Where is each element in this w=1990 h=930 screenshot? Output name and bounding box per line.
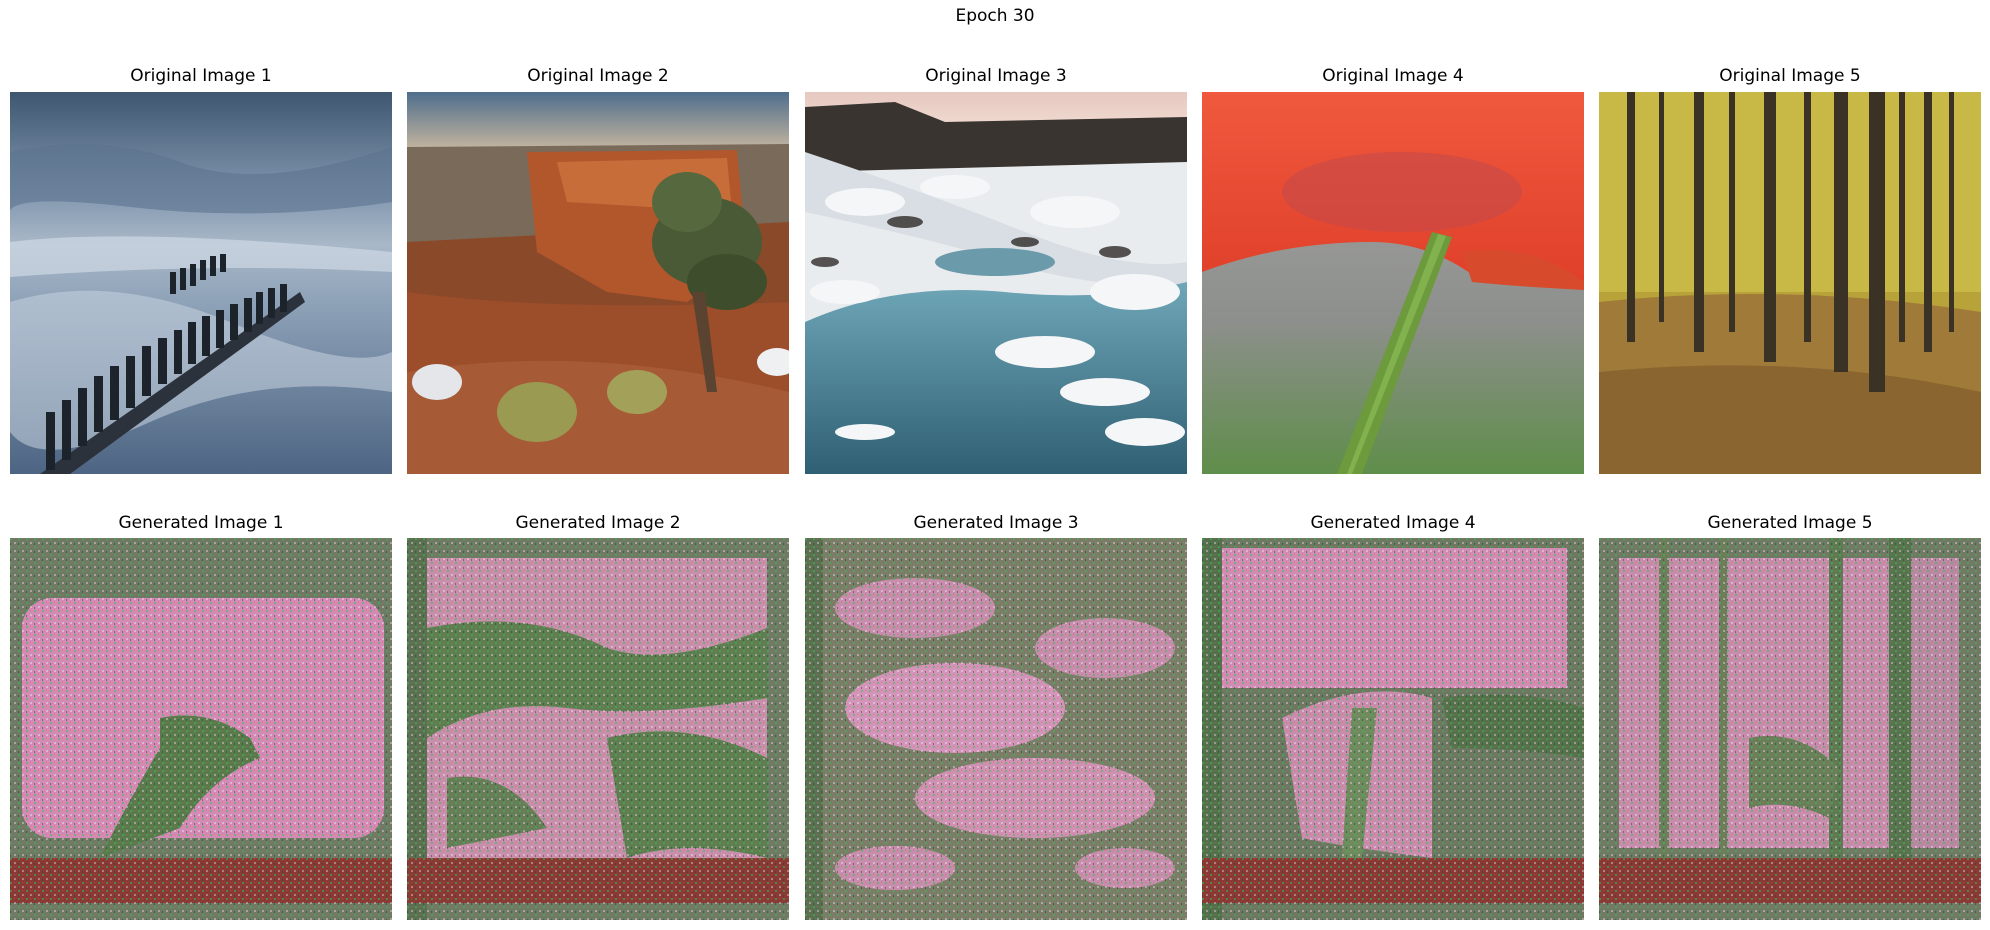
- generated-image-2: [407, 538, 789, 920]
- original-image-2: [407, 92, 789, 474]
- original-image-2-title: Original Image 2: [527, 66, 669, 86]
- seascape-groyne-picture: [10, 92, 392, 474]
- generated-image-4-title: Generated Image 4: [1310, 513, 1476, 533]
- generated-image-4: [1202, 538, 1584, 920]
- generated-image-1-title: Generated Image 1: [118, 513, 284, 533]
- figure-title: Epoch 30: [955, 6, 1035, 26]
- original-image-4: [1202, 92, 1584, 474]
- original-image-4-title: Original Image 4: [1322, 66, 1464, 86]
- generated-image-3: [805, 538, 1187, 920]
- original-image-3: [805, 92, 1187, 474]
- generated-image-1: [10, 538, 392, 920]
- generated-image-3-title: Generated Image 3: [913, 513, 1079, 533]
- canyon-tree-picture: [407, 92, 789, 474]
- generated-image-2-title: Generated Image 2: [515, 513, 681, 533]
- poppy-stem-picture: [1202, 92, 1584, 474]
- generated-texture-picture: [1202, 538, 1584, 920]
- generated-texture-picture: [805, 538, 1187, 920]
- generated-texture-picture: [10, 538, 392, 920]
- original-image-1: [10, 92, 392, 474]
- original-image-1-title: Original Image 1: [130, 66, 272, 86]
- generated-texture-picture: [1599, 538, 1981, 920]
- generated-image-5: [1599, 538, 1981, 920]
- snowy-river-picture: [805, 92, 1187, 474]
- generated-texture-picture: [407, 538, 789, 920]
- original-image-5-title: Original Image 5: [1719, 66, 1861, 86]
- original-image-3-title: Original Image 3: [925, 66, 1067, 86]
- autumn-forest-picture: [1599, 92, 1981, 474]
- generated-image-5-title: Generated Image 5: [1707, 513, 1873, 533]
- original-image-5: [1599, 92, 1981, 474]
